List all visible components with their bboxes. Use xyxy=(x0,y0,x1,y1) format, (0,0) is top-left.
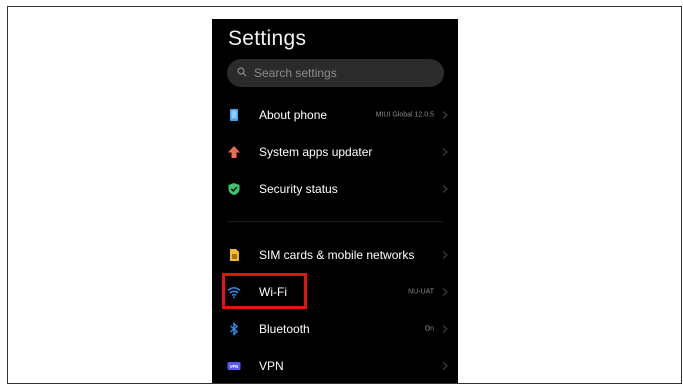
bluetooth-icon xyxy=(230,322,239,336)
search-icon xyxy=(237,67,247,77)
phone-info-icon xyxy=(230,109,238,121)
settings-item-label: Bluetooth xyxy=(259,322,310,336)
section-divider xyxy=(227,221,443,222)
chevron-right-icon xyxy=(442,148,448,156)
sim-card-icon xyxy=(230,249,239,261)
settings-item-vpn[interactable]: VPN VPN xyxy=(212,348,458,383)
settings-item-label: About phone xyxy=(259,108,328,122)
settings-screen: Settings About phone MIUI Global 12.0.5 … xyxy=(212,19,458,383)
settings-item-value: MIUI Global 12.0.5 xyxy=(375,111,434,119)
settings-item-value: NU-UAT xyxy=(408,288,434,296)
wifi-highlight-box xyxy=(222,273,307,309)
settings-item-label: SIM cards & mobile networks xyxy=(259,248,415,262)
settings-item-label: Security status xyxy=(259,182,338,196)
settings-item-label: VPN xyxy=(259,359,284,373)
chevron-right-icon xyxy=(442,185,448,193)
chevron-right-icon xyxy=(442,325,448,333)
settings-item-security-status[interactable]: Security status xyxy=(212,171,458,207)
svg-text:VPN: VPN xyxy=(230,364,239,369)
chevron-right-icon xyxy=(442,288,448,296)
search-bar[interactable] xyxy=(227,59,444,87)
settings-item-system-apps-updater[interactable]: System apps updater xyxy=(212,134,458,170)
settings-item-bluetooth[interactable]: Bluetooth On xyxy=(212,311,458,347)
settings-item-about-phone[interactable]: About phone MIUI Global 12.0.5 xyxy=(212,97,458,133)
settings-item-sim-cards[interactable]: SIM cards & mobile networks xyxy=(212,237,458,273)
arrow-up-icon xyxy=(228,146,240,158)
chevron-right-icon xyxy=(442,251,448,259)
settings-item-label: System apps updater xyxy=(259,145,373,159)
shield-check-icon xyxy=(228,183,240,195)
settings-item-value: On xyxy=(424,325,434,333)
chevron-right-icon xyxy=(442,111,448,119)
search-input[interactable] xyxy=(254,59,434,87)
vpn-icon: VPN xyxy=(227,362,241,370)
page-title: Settings xyxy=(228,27,307,50)
chevron-right-icon xyxy=(442,362,448,370)
